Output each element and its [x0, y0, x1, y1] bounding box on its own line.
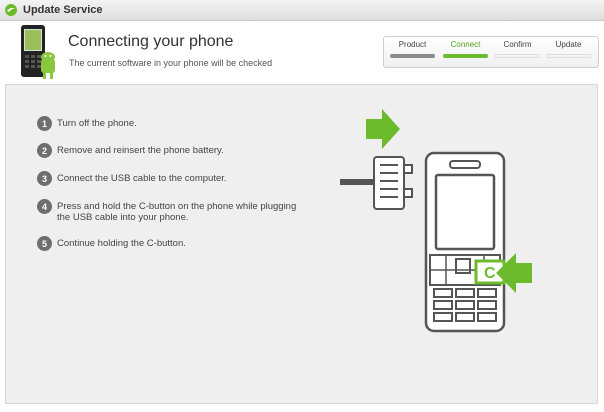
window-title: Update Service — [23, 4, 103, 16]
step-indicator — [546, 54, 591, 58]
instruction-item: 5 Continue holding the C-button. — [37, 236, 307, 251]
sony-ericsson-logo-icon — [5, 4, 17, 16]
instruction-text: Press and hold the C-button on the phone… — [57, 201, 297, 223]
step-update: Update — [546, 40, 591, 58]
window-titlebar: Update Service — [0, 0, 604, 21]
instruction-item: 4 Press and hold the C-button on the pho… — [37, 199, 307, 223]
step-connect: Connect — [443, 40, 488, 58]
step-indicator — [390, 54, 435, 58]
step-label: Confirm — [503, 40, 532, 49]
phone-connection-illustration: C — [340, 109, 532, 333]
main-panel: 1 Turn off the phone. 2 Remove and reins… — [5, 84, 598, 404]
step-confirm: Confirm — [495, 40, 540, 58]
phone-outline-icon — [424, 151, 506, 333]
page-subtitle: The current software in your phone will … — [69, 58, 273, 68]
step-number-badge: 2 — [37, 143, 52, 158]
step-number-badge: 4 — [37, 199, 52, 214]
instruction-text: Continue holding the C-button. — [57, 238, 186, 249]
page-title: Connecting your phone — [68, 33, 234, 50]
usb-cable-icon — [340, 156, 413, 210]
step-number-badge: 1 — [37, 116, 52, 131]
step-number-badge: 5 — [37, 236, 52, 251]
step-label: Update — [555, 40, 582, 49]
step-indicator — [495, 54, 540, 58]
instruction-text: Connect the USB cable to the computer. — [57, 173, 227, 184]
instruction-item: 1 Turn off the phone. — [37, 116, 307, 131]
progress-steps: Product Connect Confirm Update — [383, 36, 599, 68]
c-button-label: C — [484, 265, 496, 282]
instruction-item: 3 Connect the USB cable to the computer. — [37, 171, 307, 186]
step-indicator — [443, 54, 488, 58]
instruction-text: Turn off the phone. — [57, 118, 137, 129]
step-label: Product — [398, 40, 427, 49]
instruction-text: Remove and reinsert the phone battery. — [57, 145, 224, 156]
instruction-item: 2 Remove and reinsert the phone battery. — [37, 143, 307, 158]
arrow-right-icon — [366, 109, 400, 149]
step-product: Product — [390, 40, 435, 58]
step-number-badge: 3 — [37, 171, 52, 186]
phone-with-android-icon — [21, 25, 55, 79]
step-label: Connect — [450, 40, 481, 49]
